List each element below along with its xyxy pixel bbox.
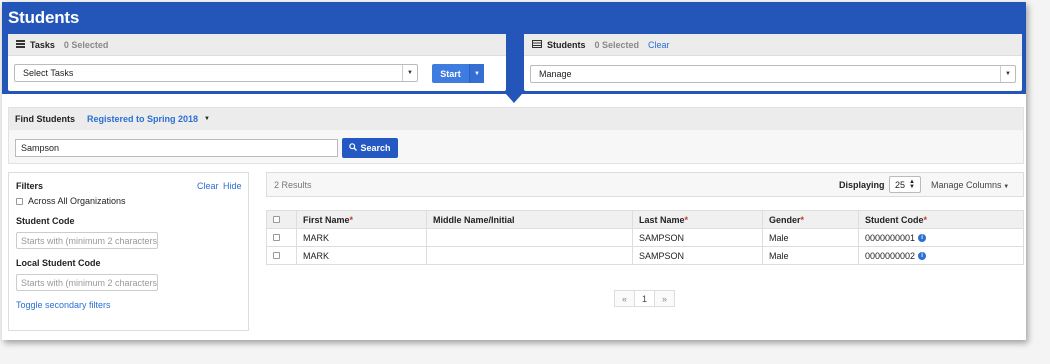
students-title: Students	[547, 39, 586, 50]
search-button-label: Search	[360, 143, 391, 153]
cell-last-name: SAMPSON	[632, 228, 763, 247]
start-button[interactable]: Start ▼	[432, 64, 484, 83]
local-student-code-placeholder: Starts with (minimum 2 characters)	[21, 277, 158, 288]
info-icon[interactable]: i	[918, 234, 927, 243]
updown-icon: ▲ ▼	[909, 178, 915, 190]
cell-gender: Male	[762, 246, 859, 265]
student-code-label: Student Code	[16, 216, 75, 226]
required-marker: *	[684, 214, 689, 225]
manage-select-value: Manage	[539, 69, 572, 79]
filters-title: Filters	[16, 181, 44, 191]
tasks-panel-header: Tasks 0 Selected	[8, 34, 506, 56]
find-students-header: Find Students Registered to Spring 2018 …	[9, 108, 1023, 130]
panel-pointer	[506, 94, 522, 103]
select-all-checkbox[interactable]	[273, 215, 280, 223]
local-student-code-input[interactable]: Starts with (minimum 2 characters)	[16, 274, 158, 291]
col-gender-label: Gender	[769, 214, 801, 225]
across-orgs-label: Across All Organizations	[28, 196, 126, 206]
pagination: « 1 »	[614, 290, 675, 307]
row-checkbox[interactable]	[273, 233, 280, 241]
col-first-name[interactable]: First Name*	[296, 210, 427, 229]
chevron-down-icon: ▼	[1000, 66, 1015, 82]
table-icon	[532, 39, 542, 50]
col-gender[interactable]: Gender*	[762, 210, 859, 229]
registration-filter-link[interactable]: Registered to Spring 2018	[87, 114, 198, 124]
student-code-value: 0000000002	[865, 250, 916, 261]
app-window: Students Tasks 0 Selected Select Tasks ▼…	[2, 2, 1026, 340]
col-middle-name-label: Middle Name/Initial	[433, 214, 515, 225]
across-orgs-option[interactable]: Across All Organizations	[16, 196, 126, 206]
info-icon[interactable]: i	[918, 252, 927, 261]
required-marker: *	[800, 214, 805, 225]
results-count: 2 Results	[274, 180, 312, 190]
filters-hide-link[interactable]: Hide	[223, 181, 242, 191]
col-middle-name[interactable]: Middle Name/Initial	[426, 210, 633, 229]
cell-last-name: SAMPSON	[632, 246, 763, 265]
students-selected-count: 0 Selected	[594, 39, 640, 50]
local-student-code-label: Local Student Code	[16, 258, 101, 268]
per-page-select[interactable]: 25 ▲ ▼	[889, 176, 921, 193]
list-icon	[16, 39, 25, 50]
filters-clear-link[interactable]: Clear	[197, 181, 219, 191]
row-checkbox[interactable]	[273, 251, 280, 259]
tasks-selected-count: 0 Selected	[63, 39, 109, 50]
search-input-value: Sampson	[21, 143, 60, 153]
pager-prev[interactable]: «	[614, 290, 635, 307]
required-marker: *	[349, 214, 354, 225]
required-marker: *	[923, 214, 928, 225]
row-select-cell	[266, 228, 297, 247]
cell-middle-name	[426, 228, 633, 247]
table-header-row: First Name* Middle Name/Initial Last Nam…	[266, 210, 1024, 229]
col-student-code[interactable]: Student Code*	[858, 210, 1024, 229]
across-orgs-checkbox[interactable]	[16, 197, 23, 205]
chevron-down-icon: ▼	[402, 65, 417, 81]
students-panel-header: Students 0 Selected Clear	[524, 34, 1022, 56]
pager-page-1[interactable]: 1	[634, 290, 655, 307]
pager-next[interactable]: »	[654, 290, 675, 307]
filters-panel: Filters Clear Hide Across All Organizati…	[8, 172, 249, 331]
cell-first-name: MARK	[296, 246, 427, 265]
manage-select[interactable]: Manage ▼	[530, 65, 1016, 83]
student-code-value: 0000000001	[865, 232, 916, 243]
table-row: MARK SAMPSON Male 0000000002 i	[266, 246, 1024, 265]
table-row: MARK SAMPSON Male 0000000001 i	[266, 228, 1024, 247]
start-button-label: Start	[440, 68, 461, 79]
row-select-cell	[266, 246, 297, 265]
toggle-secondary-filters-link[interactable]: Toggle secondary filters	[16, 300, 111, 310]
start-dropdown-chevron-icon[interactable]: ▼	[469, 64, 484, 83]
students-clear-link[interactable]: Clear	[648, 40, 670, 50]
col-last-name-label: Last Name	[639, 214, 685, 225]
find-students-title: Find Students	[15, 114, 75, 124]
col-student-code-label: Student Code	[865, 214, 924, 225]
results-toolbar: 2 Results Displaying 25 ▲ ▼ Manage Column…	[266, 172, 1024, 197]
search-button[interactable]: Search	[342, 138, 398, 158]
header-banner: Students Tasks 0 Selected Select Tasks ▼…	[2, 2, 1026, 94]
manage-columns-label: Manage Columns	[931, 180, 1002, 190]
search-icon	[349, 143, 358, 153]
tasks-panel: Tasks 0 Selected Select Tasks ▼ Start ▼	[8, 34, 506, 91]
cell-gender: Male	[762, 228, 859, 247]
select-all-cell	[266, 210, 297, 229]
students-table: First Name* Middle Name/Initial Last Nam…	[266, 210, 1024, 265]
manage-columns-button[interactable]: Manage Columns ▼	[931, 180, 1009, 190]
cell-first-name: MARK	[296, 228, 427, 247]
cell-middle-name	[426, 246, 633, 265]
page-title: Students	[8, 8, 80, 27]
cell-student-code: 0000000001 i	[858, 228, 1024, 247]
tasks-select[interactable]: Select Tasks ▼	[14, 64, 418, 82]
find-students-section: Find Students Registered to Spring 2018 …	[8, 107, 1024, 164]
student-code-input[interactable]: Starts with (minimum 2 characters)	[16, 232, 158, 249]
cell-student-code: 0000000002 i	[858, 246, 1024, 265]
search-input[interactable]: Sampson	[15, 139, 338, 157]
col-last-name[interactable]: Last Name*	[632, 210, 763, 229]
displaying-label: Displaying	[839, 180, 885, 190]
tasks-select-value: Select Tasks	[23, 68, 74, 78]
caret-down-icon: ▼	[1001, 184, 1010, 190]
tasks-title: Tasks	[30, 39, 55, 50]
per-page-value: 25	[895, 179, 906, 190]
caret-down-icon[interactable]: ▼	[204, 116, 210, 122]
col-first-name-label: First Name	[303, 214, 350, 225]
students-panel: Students 0 Selected Clear Manage ▼	[524, 34, 1022, 91]
student-code-placeholder: Starts with (minimum 2 characters)	[21, 235, 158, 246]
